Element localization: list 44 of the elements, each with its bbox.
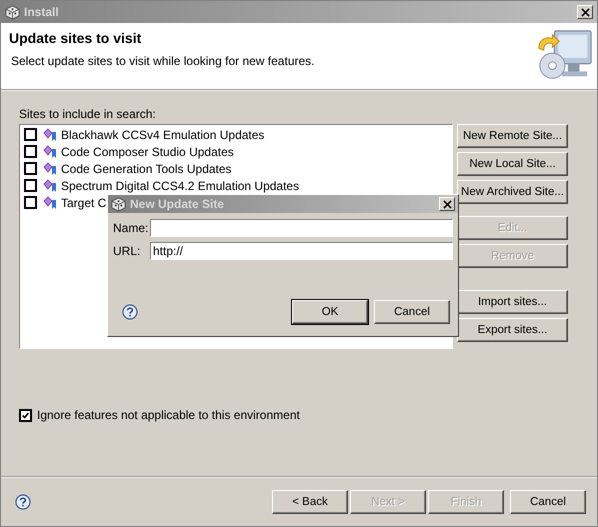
checkbox[interactable] xyxy=(24,145,37,158)
site-button[interactable]: New Local Site... xyxy=(457,152,568,176)
site-button[interactable]: New Remote Site... xyxy=(457,124,568,148)
close-button[interactable] xyxy=(439,197,455,211)
site-button[interactable]: Import sites... xyxy=(457,290,568,314)
checkbox[interactable] xyxy=(19,408,32,422)
cube-icon xyxy=(5,4,20,20)
wizard-button[interactable]: Cancel xyxy=(510,490,586,514)
wizard-button[interactable]: < Back xyxy=(272,490,348,514)
checkbox[interactable] xyxy=(24,196,37,209)
dialog-title: New Update Site xyxy=(130,197,226,211)
site-icon xyxy=(43,128,57,142)
help-icon[interactable] xyxy=(122,304,138,320)
check-icon xyxy=(21,410,30,420)
site-name[interactable]: Blackhawk CCSv4 Emulation Updates xyxy=(61,128,264,142)
window-title: Install xyxy=(24,5,60,19)
close-button[interactable] xyxy=(577,5,593,19)
input-field[interactable] xyxy=(150,219,453,237)
field-label: URL: xyxy=(113,244,142,258)
site-button[interactable]: New Archived Site... xyxy=(457,180,568,204)
site-name[interactable]: Code Generation Tools Updates xyxy=(61,162,232,176)
checkbox[interactable] xyxy=(24,162,37,175)
site-icon xyxy=(43,178,57,192)
checkbox[interactable] xyxy=(24,128,37,141)
field-label: Name: xyxy=(113,221,150,235)
help-icon[interactable] xyxy=(15,494,31,510)
cube-icon xyxy=(111,196,126,212)
site-icon xyxy=(43,196,57,210)
close-icon xyxy=(442,200,452,208)
ignore-option-label[interactable]: Ignore features not applicable to this environment xyxy=(37,408,300,422)
sites-label: Sites to include in search: xyxy=(19,107,157,121)
page-description: Select update sites to visit while looking for new features. xyxy=(10,54,314,68)
input-field[interactable]: http:// xyxy=(150,242,453,260)
dialog-button[interactable]: OK xyxy=(292,300,368,324)
site-name[interactable]: Spectrum Digital CCS4.2 Emulation Updates xyxy=(61,178,300,192)
dialog-button[interactable]: Cancel xyxy=(374,300,450,324)
page-title: Update sites to visit xyxy=(9,30,142,46)
site-name[interactable]: Target C xyxy=(61,196,106,210)
site-button[interactable]: Export sites... xyxy=(457,318,568,342)
close-icon xyxy=(580,8,590,16)
site-name[interactable]: Code Composer Studio Updates xyxy=(61,144,234,158)
site-icon xyxy=(43,144,57,158)
checkbox[interactable] xyxy=(24,179,37,192)
site-icon xyxy=(43,162,57,176)
